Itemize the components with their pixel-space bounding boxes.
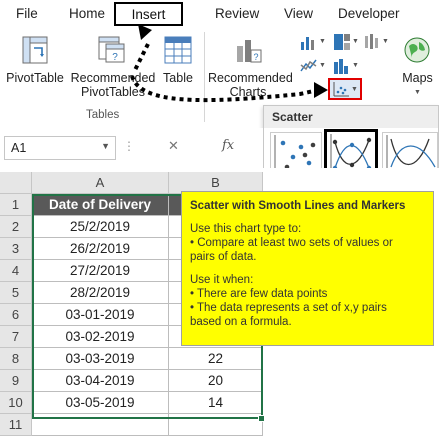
tables-group-label: Tables bbox=[86, 109, 120, 121]
row-header[interactable]: 4 bbox=[0, 260, 32, 282]
ribbon-tabs: File Home Insert Review View Developer bbox=[0, 0, 439, 28]
scatter-chart-button[interactable]: ▼ bbox=[328, 78, 362, 100]
table-cell-empty[interactable] bbox=[169, 414, 263, 436]
scatter-gallery-title: Scatter bbox=[264, 106, 438, 128]
chart-type-tooltip: Scatter with Smooth Lines and Markers Us… bbox=[181, 191, 434, 346]
row-header[interactable]: 9 bbox=[0, 370, 32, 392]
recommended-charts-button[interactable]: ? Recommended Charts bbox=[208, 30, 293, 106]
row-header[interactable]: 6 bbox=[0, 304, 32, 326]
statistic-chart-icon[interactable] bbox=[333, 58, 351, 74]
table-cell-date[interactable]: 03-01-2019 bbox=[32, 304, 169, 326]
insert-function-button[interactable]: fx bbox=[222, 138, 234, 153]
name-box[interactable]: A1 ▼ bbox=[4, 136, 116, 160]
tab-review[interactable]: Review bbox=[215, 6, 259, 21]
line-chart-icon[interactable] bbox=[300, 58, 318, 74]
row-header[interactable]: 7 bbox=[0, 326, 32, 348]
tooltip-use-heading: Use this chart type to: bbox=[190, 223, 302, 235]
scatter-chart-dropdown-icon: ▼ bbox=[351, 86, 358, 93]
row-header[interactable]: 2 bbox=[0, 216, 32, 238]
header-cell-date-of-delivery[interactable]: Date of Delivery bbox=[32, 194, 169, 216]
name-box-value: A1 bbox=[11, 141, 27, 155]
row-header[interactable]: 8 bbox=[0, 348, 32, 370]
tab-view[interactable]: View bbox=[284, 6, 313, 21]
tab-developer[interactable]: Developer bbox=[338, 6, 400, 21]
table-cell-value[interactable]: 22 bbox=[169, 348, 263, 370]
table-cell-date[interactable]: 03-02-2019 bbox=[32, 326, 169, 348]
recommended-charts-icon: ? bbox=[237, 40, 262, 63]
table-label: Table bbox=[163, 71, 193, 85]
recommended-charts-label-2: Charts bbox=[229, 85, 267, 99]
tooltip-when-bullet-2: • The data represents a set of x,y pairs bbox=[190, 302, 387, 314]
tab-file[interactable]: File bbox=[16, 6, 38, 21]
hierarchy-chart-dropdown-icon[interactable]: ▼ bbox=[352, 38, 359, 45]
table-cell-date[interactable]: 03-03-2019 bbox=[32, 348, 169, 370]
select-all-corner[interactable] bbox=[0, 172, 32, 194]
maps-dropdown-icon: ▼ bbox=[414, 89, 421, 96]
bar-chart-dropdown-icon[interactable]: ▼ bbox=[382, 38, 389, 45]
formula-bar: A1 ▼ ⋮ ✕ fx bbox=[0, 128, 263, 168]
recommended-pivottables-icon: ? bbox=[98, 36, 125, 63]
table-cell-date[interactable]: 03-04-2019 bbox=[32, 370, 169, 392]
recommended-pivottables-label-1: Recommended bbox=[70, 71, 156, 85]
maps-button[interactable]: Maps ▼ bbox=[396, 30, 439, 106]
tooltip-use-bullet-cont: pairs of data. bbox=[190, 251, 257, 263]
tab-home[interactable]: Home bbox=[69, 6, 105, 21]
maps-label: Maps bbox=[402, 71, 433, 85]
formula-bar-grip-icon: ⋮ bbox=[123, 139, 136, 153]
svg-text:?: ? bbox=[253, 52, 258, 62]
table-cell-date[interactable]: 26/2/2019 bbox=[32, 238, 169, 260]
column-chart-dropdown-icon[interactable]: ▼ bbox=[319, 38, 326, 45]
table-cell-value[interactable]: 20 bbox=[169, 370, 263, 392]
column-chart-icon[interactable] bbox=[300, 34, 318, 50]
row-header[interactable]: 5 bbox=[0, 282, 32, 304]
globe-icon bbox=[404, 37, 430, 63]
pivottable-icon bbox=[22, 36, 48, 64]
row-header[interactable]: 10 bbox=[0, 392, 32, 414]
recommended-pivottables-button[interactable]: ? Recommended PivotTables bbox=[68, 30, 158, 106]
statistic-chart-dropdown-icon[interactable]: ▼ bbox=[352, 62, 359, 69]
line-chart-dropdown-icon[interactable]: ▼ bbox=[319, 62, 326, 69]
table-cell-value[interactable]: 14 bbox=[169, 392, 263, 414]
table-icon bbox=[164, 36, 192, 64]
table-button[interactable]: Table bbox=[158, 30, 198, 106]
pivottable-button[interactable]: PivotTable bbox=[4, 30, 66, 106]
row-header[interactable]: 11 bbox=[0, 414, 32, 436]
tab-insert-label: Insert bbox=[131, 7, 166, 22]
column-header-a[interactable]: A bbox=[32, 172, 169, 194]
tooltip-when-heading: Use it when: bbox=[190, 274, 254, 286]
cancel-icon[interactable]: ✕ bbox=[168, 138, 179, 154]
tooltip-when-bullet-2-cont: based on a formula. bbox=[190, 316, 292, 328]
tooltip-when-bullet-1: • There are few data points bbox=[190, 288, 328, 300]
group-separator bbox=[204, 32, 205, 122]
table-cell-empty[interactable] bbox=[32, 414, 169, 436]
scatter-chart-icon bbox=[333, 82, 349, 97]
table-cell-date[interactable]: 25/2/2019 bbox=[32, 216, 169, 238]
pivottable-label: PivotTable bbox=[6, 71, 64, 85]
table-cell-date[interactable]: 03-05-2019 bbox=[32, 392, 169, 414]
svg-text:?: ? bbox=[112, 52, 118, 63]
table-cell-date[interactable]: 27/2/2019 bbox=[32, 260, 169, 282]
recommended-pivottables-label-2: PivotTables bbox=[81, 85, 145, 99]
bar-chart-icon[interactable] bbox=[363, 33, 381, 51]
recommended-charts-label-1: Recommended bbox=[208, 71, 293, 85]
hierarchy-chart-icon[interactable] bbox=[333, 33, 351, 51]
fill-handle[interactable] bbox=[258, 415, 265, 422]
table-cell-date[interactable]: 28/2/2019 bbox=[32, 282, 169, 304]
row-header[interactable]: 3 bbox=[0, 238, 32, 260]
tooltip-title: Scatter with Smooth Lines and Markers bbox=[190, 200, 406, 212]
name-box-dropdown-icon[interactable]: ▼ bbox=[101, 141, 110, 151]
row-header[interactable]: 1 bbox=[0, 194, 32, 216]
tab-insert[interactable]: Insert bbox=[114, 2, 183, 26]
tooltip-use-bullet: • Compare at least two sets of values or bbox=[190, 237, 393, 249]
